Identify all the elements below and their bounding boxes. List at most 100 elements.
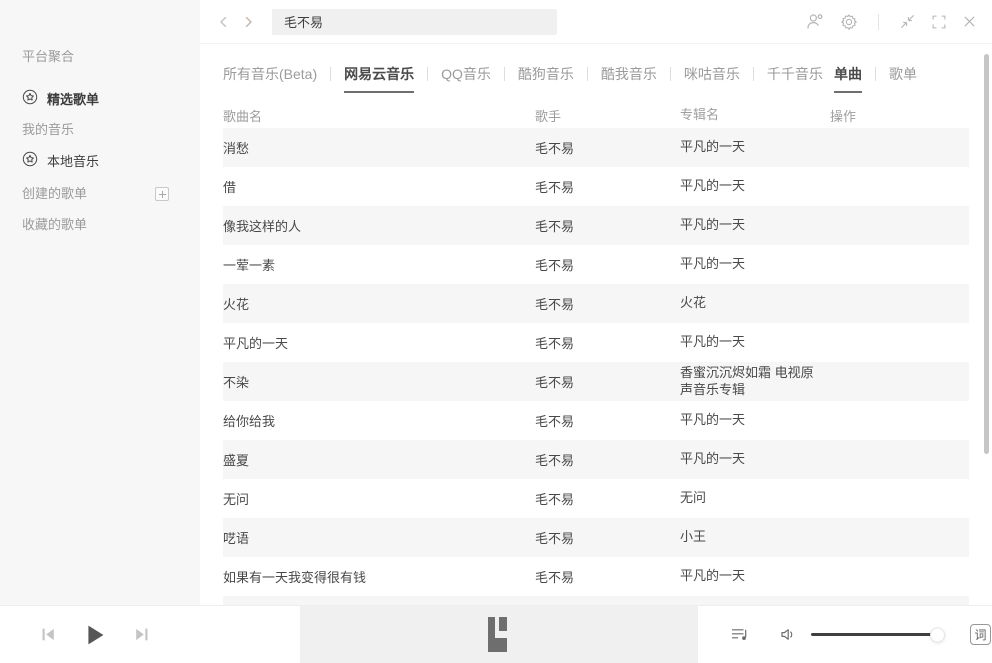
settings-gear-icon [840, 13, 858, 31]
listen1-window: 平台聚合 精选歌单 我的音乐 [0, 0, 992, 663]
back-button[interactable] [212, 10, 236, 34]
artist-cell: 毛不易 [535, 255, 680, 274]
previous-track-button[interactable] [40, 626, 57, 643]
table-header: 歌曲名 歌手 专辑名 操作 [223, 102, 969, 128]
player-bar: 词 [0, 605, 992, 663]
album-cell: 平凡的一天 [680, 412, 830, 429]
search-input[interactable] [272, 9, 557, 35]
close-button[interactable] [962, 14, 977, 29]
song-name-cell: 不染 [223, 372, 535, 391]
volume-icon [779, 625, 798, 644]
album-cell: 平凡的一天 [680, 334, 830, 351]
add-playlist-button[interactable] [155, 187, 169, 201]
table-row[interactable]: 平凡的一天 毛不易 平凡的一天 [223, 323, 969, 362]
header-album: 专辑名 [680, 107, 830, 124]
star-circle-icon [22, 151, 38, 173]
header-artist: 歌手 [535, 106, 680, 125]
tab-netease[interactable]: 网易云音乐 [344, 64, 414, 93]
album-cell: 火花 [680, 295, 830, 312]
song-name-cell: 一荤一素 [223, 255, 535, 274]
close-icon [962, 14, 977, 29]
lyrics-button[interactable]: 词 [970, 624, 991, 645]
tab-kugou[interactable]: 酷狗音乐 [518, 64, 574, 91]
tab-all-music[interactable]: 所有音乐(Beta) [223, 64, 317, 91]
sidebar-item-label: 本地音乐 [47, 152, 99, 172]
album-cell: 平凡的一天 [680, 256, 830, 273]
tab-separator [427, 67, 428, 81]
song-name-cell: 像我这样的人 [223, 216, 535, 235]
player-controls [0, 606, 300, 663]
tab-single-songs[interactable]: 单曲 [834, 64, 862, 93]
table-row[interactable]: 借 毛不易 平凡的一天 [223, 167, 969, 206]
main-area: 所有音乐(Beta) 网易云音乐 QQ音乐 酷狗音乐 酷我音乐 咪咕音乐 千千音… [200, 0, 992, 605]
song-name-cell: 呓语 [223, 528, 535, 547]
tab-separator [504, 67, 505, 81]
artist-cell: 毛不易 [535, 372, 680, 391]
settings-button[interactable] [840, 13, 858, 31]
tab-migu[interactable]: 咪咕音乐 [684, 64, 740, 91]
sidebar-row-created-playlists: 创建的歌单 [22, 184, 200, 204]
table-row[interactable]: 盛夏 毛不易 平凡的一天 [223, 440, 969, 479]
forward-button[interactable] [236, 10, 260, 34]
sidebar: 平台聚合 精选歌单 我的音乐 [0, 0, 200, 605]
artist-cell: 毛不易 [535, 294, 680, 313]
next-track-button[interactable] [133, 626, 150, 643]
playlist-button[interactable] [730, 625, 749, 644]
song-table-body: 消愁 毛不易 平凡的一天 借 毛不易 平凡的一天 像我这样的人 毛不易 平凡的一… [223, 128, 969, 605]
tab-separator [670, 67, 671, 81]
table-row[interactable]: 火花 毛不易 火花 [223, 284, 969, 323]
volume-slider-knob[interactable] [930, 627, 945, 642]
sidebar-header-my-music: 我的音乐 [22, 120, 200, 140]
content-area: 所有音乐(Beta) 网易云音乐 QQ音乐 酷狗音乐 酷我音乐 咪咕音乐 千千音… [200, 44, 992, 605]
album-cell: 平凡的一天 [680, 568, 830, 585]
upper-area: 平台聚合 精选歌单 我的音乐 [0, 0, 992, 605]
table-row[interactable]: 像我这样的人 毛不易 平凡的一天 [223, 206, 969, 245]
sidebar-item-label: 精选歌单 [47, 90, 99, 110]
artist-cell: 毛不易 [535, 450, 680, 469]
table-row[interactable]: 无问 毛不易 无问 [223, 479, 969, 518]
tab-separator [875, 67, 876, 81]
next-track-icon [133, 626, 150, 643]
table-row[interactable]: 消愁 毛不易 平凡的一天 [223, 128, 969, 167]
artist-cell: 毛不易 [535, 177, 680, 196]
artist-cell: 毛不易 [535, 411, 680, 430]
sidebar-item-featured-playlists[interactable]: 精选歌单 [22, 90, 200, 110]
platform-tabs: 所有音乐(Beta) 网易云音乐 QQ音乐 酷狗音乐 酷我音乐 咪咕音乐 千千音… [223, 64, 969, 96]
tab-qianqian[interactable]: 千千音乐 [767, 64, 823, 91]
sidebar-header-favorite-playlists: 收藏的歌单 [22, 215, 200, 235]
album-cell: 平凡的一天 [680, 139, 830, 156]
tab-qq[interactable]: QQ音乐 [441, 64, 491, 91]
fullscreen-button[interactable] [931, 14, 947, 30]
album-cell: 小王 [680, 529, 830, 546]
volume-slider[interactable] [811, 633, 943, 636]
table-row[interactable]: 呓语 毛不易 小王 [223, 518, 969, 557]
table-row[interactable]: 不染 毛不易 香蜜沉沉烬如霜 电视原声音乐专辑 [223, 362, 969, 401]
fullscreen-icon [931, 14, 947, 30]
user-button[interactable] [806, 12, 825, 31]
chevron-right-icon [240, 14, 256, 30]
window-controls-divider [878, 14, 879, 30]
plus-icon [158, 190, 167, 199]
sidebar-header-created-playlists: 创建的歌单 [22, 184, 87, 204]
tab-kuwo[interactable]: 酷我音乐 [601, 64, 657, 91]
song-name-cell: 给你给我 [223, 411, 535, 430]
artist-cell: 毛不易 [535, 489, 680, 508]
table-row[interactable]: 如果有一天我变得很有钱 毛不易 平凡的一天 [223, 557, 969, 596]
sidebar-item-local-music[interactable]: 本地音乐 [22, 152, 200, 172]
tab-separator [587, 67, 588, 81]
table-row[interactable]: 一荤一素 毛不易 平凡的一天 [223, 245, 969, 284]
song-name-cell: 无问 [223, 489, 535, 508]
song-name-cell: 盛夏 [223, 450, 535, 469]
song-name-cell: 平凡的一天 [223, 333, 535, 352]
now-playing-panel [300, 606, 698, 663]
scrollbar-thumb[interactable] [984, 54, 989, 454]
artist-cell: 毛不易 [535, 567, 680, 586]
volume-button[interactable] [779, 625, 798, 644]
header-operations: 操作 [830, 106, 969, 125]
tab-playlists[interactable]: 歌单 [889, 64, 917, 91]
table-row[interactable]: 给你给我 毛不易 平凡的一天 [223, 401, 969, 440]
play-button[interactable] [83, 623, 107, 647]
compress-window-button[interactable] [899, 13, 916, 30]
player-right-controls: 词 [698, 606, 992, 663]
artist-cell: 毛不易 [535, 333, 680, 352]
